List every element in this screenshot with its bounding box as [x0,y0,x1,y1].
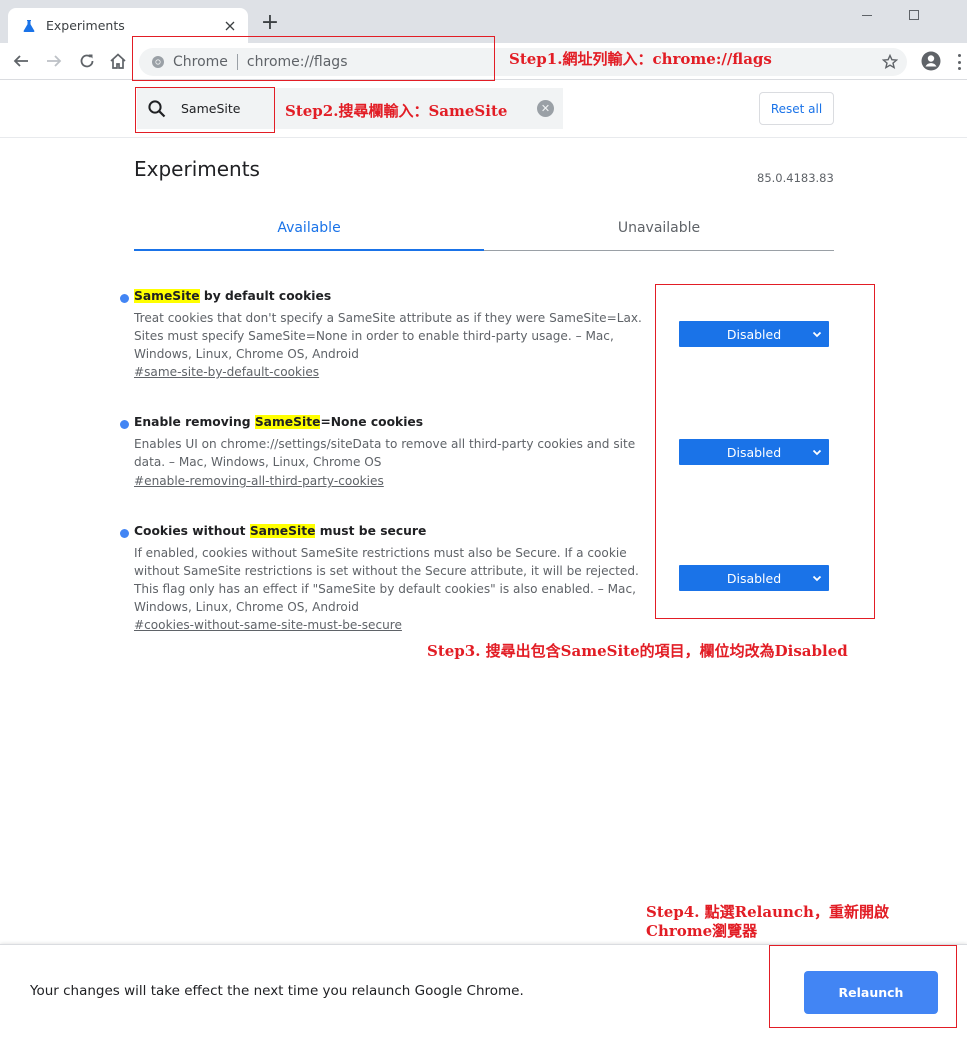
chrome-version: 85.0.4183.83 [757,171,834,185]
tab-unavailable[interactable]: Unavailable [484,205,834,251]
back-arrow-icon[interactable] [9,49,33,73]
reset-all-button[interactable]: Reset all [759,92,834,125]
experiment-item: SameSite by default cookies Treat cookie… [120,289,680,384]
flags-tabs: Available Unavailable [134,205,834,251]
minimize-icon[interactable] [854,4,880,26]
step3-annotation: Step3. 搜尋出包含SameSite的項目，欄位均改為Disabled [427,642,848,660]
tab-available[interactable]: Available [134,205,484,251]
experiment-link[interactable]: #same-site-by-default-cookies [134,365,319,379]
bookmark-star-icon[interactable] [879,51,901,73]
page-title: Experiments [134,157,260,181]
search-highlight: SameSite [254,415,321,429]
experiment-description: If enabled, cookies without SameSite res… [134,546,639,614]
account-avatar-icon[interactable] [919,49,943,73]
step1-highlight-box [132,36,495,81]
experiment-link[interactable]: #cookies-without-same-site-must-be-secur… [134,618,402,632]
forward-arrow-icon[interactable] [42,49,66,73]
experiment-bullet [120,529,129,538]
step4-highlight-box [769,945,957,1028]
step2-annotation: Step2.搜尋欄輸入：SameSite [285,102,508,120]
experiment-description: Enables UI on chrome://settings/siteData… [134,437,636,469]
experiment-link[interactable]: #enable-removing-all-third-party-cookies [134,474,384,488]
experiment-bullet [120,294,129,303]
clear-search-icon[interactable]: ✕ [537,100,554,117]
maximize-icon[interactable] [901,4,927,26]
experiment-title: Cookies without SameSite must be secure [134,524,427,538]
reload-icon[interactable] [75,49,99,73]
search-highlight: SameSite [249,524,316,538]
experiment-title: Enable removing SameSite=None cookies [134,415,424,429]
relaunch-message: Your changes will take effect the next t… [30,983,524,999]
step1-annotation: Step1.網址列輸入：chrome://flags [509,50,772,68]
active-tab-indicator [134,249,484,251]
experiment-bullet [120,420,129,429]
tab-close-icon[interactable] [222,18,238,34]
step4-annotation-line1: Step4. 點選Relaunch，重新開啟 [646,903,889,921]
experiment-item: Cookies without SameSite must be secure … [120,524,680,636]
step2-highlight-box [135,87,275,133]
experiment-description: Treat cookies that don't specify a SameS… [134,311,642,361]
flask-icon [21,18,37,34]
experiment-item: Enable removing SameSite=None cookies En… [120,415,680,493]
step4-annotation-line2: Chrome瀏覽器 [646,922,758,940]
new-tab-button[interactable]: + [259,12,281,35]
tab-title: Experiments [46,18,125,33]
experiment-title: SameSite by default cookies [134,289,332,303]
home-icon[interactable] [106,49,130,73]
more-vert-icon[interactable] [955,52,963,72]
search-highlight: SameSite [134,289,200,303]
step3-highlight-box [655,284,875,619]
